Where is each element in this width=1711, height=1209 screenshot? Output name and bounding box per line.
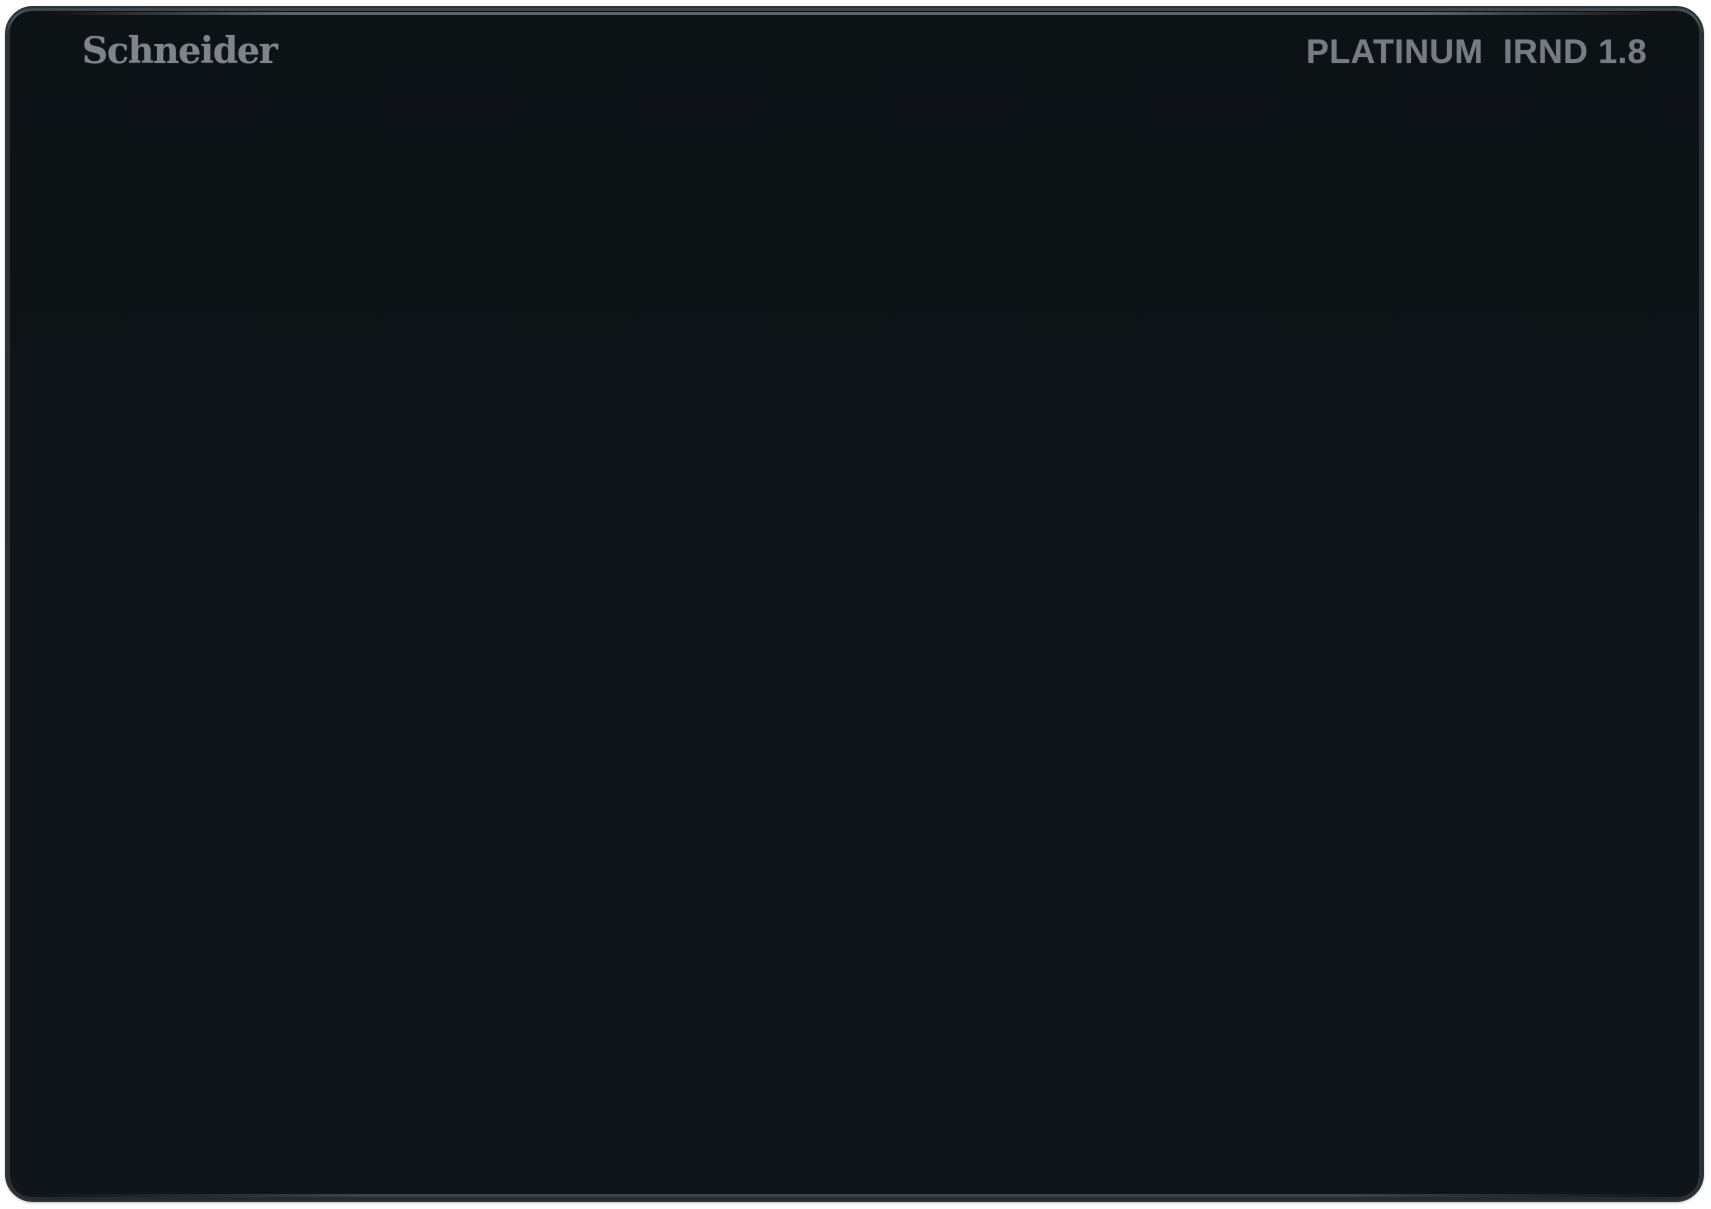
filter-label: PLATINUM IRND 1.8 [1306,33,1647,71]
top-edge-highlight [47,12,1662,15]
image-canvas: Schneider PLATINUM IRND 1.8 [0,0,1711,1209]
bottom-edge-highlight [37,1194,1672,1197]
nd-filter-glass: Schneider PLATINUM IRND 1.8 [5,6,1704,1202]
brand-logo: Schneider [82,30,278,72]
